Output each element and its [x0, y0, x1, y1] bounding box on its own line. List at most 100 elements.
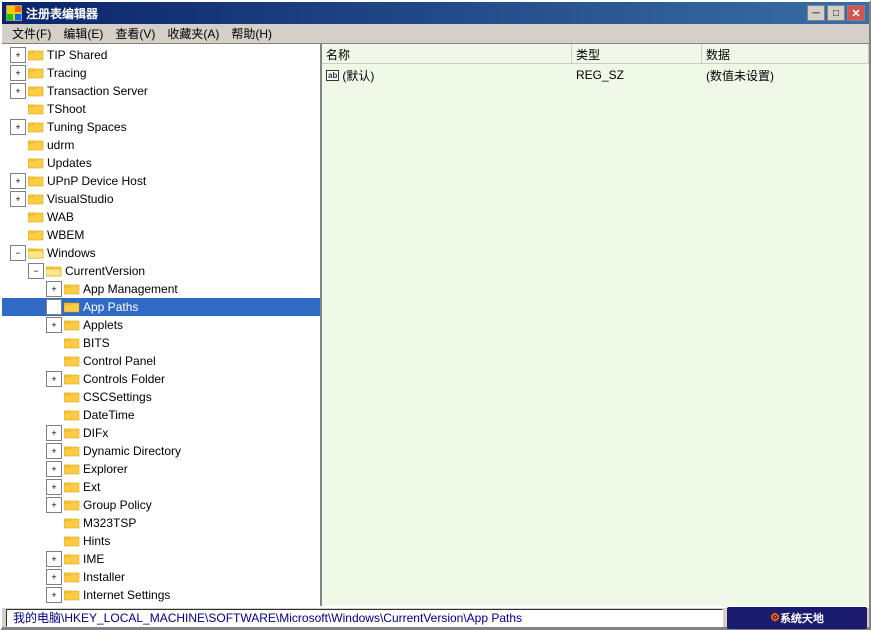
tree-item-controls-folder[interactable]: + Controls Folder [2, 370, 320, 388]
menu-bar: 文件(F) 编辑(E) 查看(V) 收藏夹(A) 帮助(H) [2, 24, 869, 44]
tree-item-m323tsp[interactable]: M323TSP [2, 514, 320, 532]
tree-expander[interactable]: + [10, 47, 26, 63]
tree-item-current-version[interactable]: − CurrentVersion [2, 262, 320, 280]
tree-item-group-policy[interactable]: + Group Policy [2, 496, 320, 514]
tree-no-expander [10, 101, 26, 117]
tree-item-visual-studio[interactable]: + VisualStudio [2, 190, 320, 208]
tree-scroll[interactable]: + TIP Shared+ Tracing+ Transaction Serve… [2, 44, 320, 606]
tree-expander[interactable]: + [46, 371, 62, 387]
folder-icon [28, 102, 44, 116]
tree-label: Control Panel [83, 354, 156, 368]
col-header-data: 数据 [702, 44, 869, 63]
tree-label: M323TSP [83, 516, 136, 530]
tree-item-bits[interactable]: BITS [2, 334, 320, 352]
tree-expander[interactable]: + [46, 317, 62, 333]
tree-item-upnp-device-host[interactable]: + UPnP Device Host [2, 172, 320, 190]
close-button[interactable]: ✕ [847, 5, 865, 21]
menu-view[interactable]: 查看(V) [109, 23, 161, 44]
watermark-text: 系统天地 [780, 610, 824, 626]
tree-label: IME [83, 552, 104, 566]
tree-item-date-time[interactable]: DateTime [2, 406, 320, 424]
folder-icon [28, 84, 44, 98]
tree-label: Windows [47, 246, 96, 260]
tree-no-expander [10, 155, 26, 171]
tree-item-internet-settings[interactable]: + Internet Settings [2, 586, 320, 604]
tree-label: WAB [47, 210, 74, 224]
tree-expander[interactable]: − [28, 263, 44, 279]
tree-item-tuning-spaces[interactable]: + Tuning Spaces [2, 118, 320, 136]
tree-item-updates[interactable]: Updates [2, 154, 320, 172]
tree-item-tshoot[interactable]: TShoot [2, 100, 320, 118]
minimize-button[interactable]: ─ [807, 5, 825, 21]
tree-label: TIP Shared [47, 48, 107, 62]
tree-label: Hints [83, 534, 110, 548]
reg-name-text: (默认) [342, 67, 374, 84]
tree-label: Controls Folder [83, 372, 165, 386]
tree-item-difx[interactable]: + DIFx [2, 424, 320, 442]
tree-item-explorer[interactable]: + Explorer [2, 460, 320, 478]
tree-expander[interactable]: + [10, 119, 26, 135]
tree-expander[interactable]: + [46, 299, 62, 315]
tree-item-wbem[interactable]: WBEM [2, 226, 320, 244]
menu-file[interactable]: 文件(F) [6, 23, 57, 44]
folder-icon [28, 192, 44, 206]
tree-expander[interactable]: − [10, 245, 26, 261]
tree-expander[interactable]: + [46, 479, 62, 495]
right-header: 名称 类型 数据 [322, 44, 869, 64]
window-title: 注册表编辑器 [26, 5, 98, 22]
menu-help[interactable]: 帮助(H) [225, 23, 278, 44]
tree-expander[interactable]: + [46, 443, 62, 459]
tree-label: udrm [47, 138, 74, 152]
tree-label: VisualStudio [47, 192, 114, 206]
folder-icon [64, 498, 80, 512]
tree-item-wab[interactable]: WAB [2, 208, 320, 226]
tree-item-windows[interactable]: − Windows [2, 244, 320, 262]
tree-item-tip-shared[interactable]: + TIP Shared [2, 46, 320, 64]
tree-item-installer[interactable]: + Installer [2, 568, 320, 586]
tree-expander[interactable]: + [10, 83, 26, 99]
reg-type: REG_SZ [576, 68, 706, 82]
tree-item-udrm[interactable]: udrm [2, 136, 320, 154]
tree-expander[interactable]: + [46, 569, 62, 585]
tree-item-ime[interactable]: + IME [2, 550, 320, 568]
restore-button[interactable]: □ [827, 5, 845, 21]
tree-item-transaction-server[interactable]: + Transaction Server [2, 82, 320, 100]
right-panel: 名称 类型 数据 ab(默认)REG_SZ(数值未设置) [322, 44, 869, 606]
tree-item-control-panel[interactable]: Control Panel [2, 352, 320, 370]
folder-icon [28, 174, 44, 188]
tree-label: Explorer [83, 462, 128, 476]
tree-item-applets[interactable]: + Applets [2, 316, 320, 334]
registry-row[interactable]: ab(默认)REG_SZ(数值未设置) [324, 66, 867, 84]
tree-expander[interactable]: + [46, 587, 62, 603]
tree-label: UPnP Device Host [47, 174, 146, 188]
menu-edit[interactable]: 编辑(E) [57, 23, 109, 44]
tree-expander[interactable]: + [46, 551, 62, 567]
tree-expander[interactable]: + [46, 461, 62, 477]
tree-item-dynamic-directory[interactable]: + Dynamic Directory [2, 442, 320, 460]
tree-label: Installer [83, 570, 125, 584]
menu-favorites[interactable]: 收藏夹(A) [161, 23, 225, 44]
tree-label: Group Policy [83, 498, 152, 512]
folder-icon [64, 426, 80, 440]
tree-item-int1run[interactable]: Int1Run [2, 604, 320, 606]
reg-data: (数值未设置) [706, 67, 865, 84]
tree-expander[interactable]: + [46, 497, 62, 513]
tree-expander[interactable]: + [46, 281, 62, 297]
tree-expander[interactable]: + [10, 65, 26, 81]
tree-expander[interactable]: + [46, 425, 62, 441]
tree-expander[interactable]: + [10, 173, 26, 189]
tree-item-app-management[interactable]: + App Management [2, 280, 320, 298]
tree-expander[interactable]: + [10, 191, 26, 207]
folder-icon [28, 138, 44, 152]
tree-item-tracing[interactable]: + Tracing [2, 64, 320, 82]
tree-item-csc-settings[interactable]: CSCSettings [2, 388, 320, 406]
right-content: ab(默认)REG_SZ(数值未设置) [322, 64, 869, 606]
tree-item-ext[interactable]: + Ext [2, 478, 320, 496]
folder-icon [64, 300, 80, 314]
tree-label: Tuning Spaces [47, 120, 127, 134]
tree-item-app-paths[interactable]: + App Paths [2, 298, 320, 316]
tree-no-expander [46, 515, 62, 531]
folder-icon [64, 390, 80, 404]
tree-item-hints[interactable]: Hints [2, 532, 320, 550]
tree-label: Dynamic Directory [83, 444, 181, 458]
